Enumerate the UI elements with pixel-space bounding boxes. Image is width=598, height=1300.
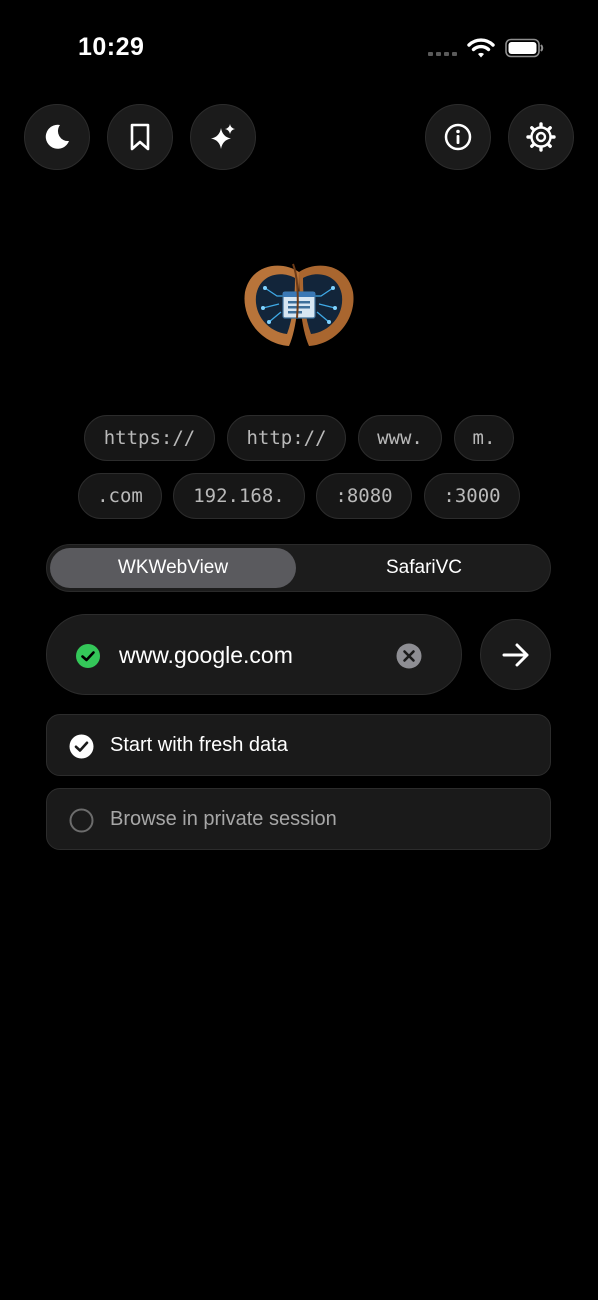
checkmark-circle-icon [76, 644, 100, 668]
private-session-label: Browse in private session [110, 808, 337, 830]
bookmark-icon [130, 123, 150, 151]
clear-circle-icon[interactable] [396, 643, 422, 669]
bookmarks-button[interactable] [107, 104, 173, 170]
chip-192-168[interactable]: 192.168. [173, 473, 305, 519]
dark-mode-button[interactable] [24, 104, 90, 170]
chip-m[interactable]: m. [454, 415, 514, 461]
chip-www[interactable]: www. [358, 415, 442, 461]
wifi-icon [467, 38, 495, 58]
private-session-toggle[interactable]: Browse in private session [46, 788, 551, 850]
chip-com[interactable]: .com [78, 473, 162, 519]
url-input-container[interactable]: www.google.com [46, 614, 462, 695]
app-screen: 10:29 https:// http:// www. m. .com 192.… [0, 0, 598, 1300]
arrow-right-icon [502, 643, 528, 666]
info-icon [444, 123, 472, 151]
chip-3000[interactable]: :3000 [424, 473, 520, 519]
cellular-signal-icon [428, 52, 457, 56]
status-time: 10:29 [78, 33, 145, 61]
segment-wkwebview[interactable]: WKWebView [50, 548, 296, 588]
gear-icon [526, 122, 556, 152]
url-input[interactable]: www.google.com [119, 642, 293, 669]
unchecked-circle-icon [69, 808, 94, 833]
info-button[interactable] [425, 104, 491, 170]
settings-button[interactable] [508, 104, 574, 170]
magic-button[interactable] [190, 104, 256, 170]
fresh-data-label: Start with fresh data [110, 734, 288, 756]
moon-icon [45, 124, 69, 149]
chip-8080[interactable]: :8080 [316, 473, 412, 519]
fresh-data-toggle[interactable]: Start with fresh data [46, 714, 551, 776]
walnut-browser-logo [244, 263, 354, 346]
battery-icon [505, 38, 544, 58]
engine-segmented-control: WKWebView SafariVC [46, 544, 551, 592]
chip-https[interactable]: https:// [84, 415, 215, 461]
sparkles-icon [211, 124, 235, 149]
segment-safarivc[interactable]: SafariVC [299, 548, 549, 588]
checked-circle-icon [69, 734, 94, 759]
go-button[interactable] [480, 619, 551, 690]
chip-http[interactable]: http:// [227, 415, 346, 461]
